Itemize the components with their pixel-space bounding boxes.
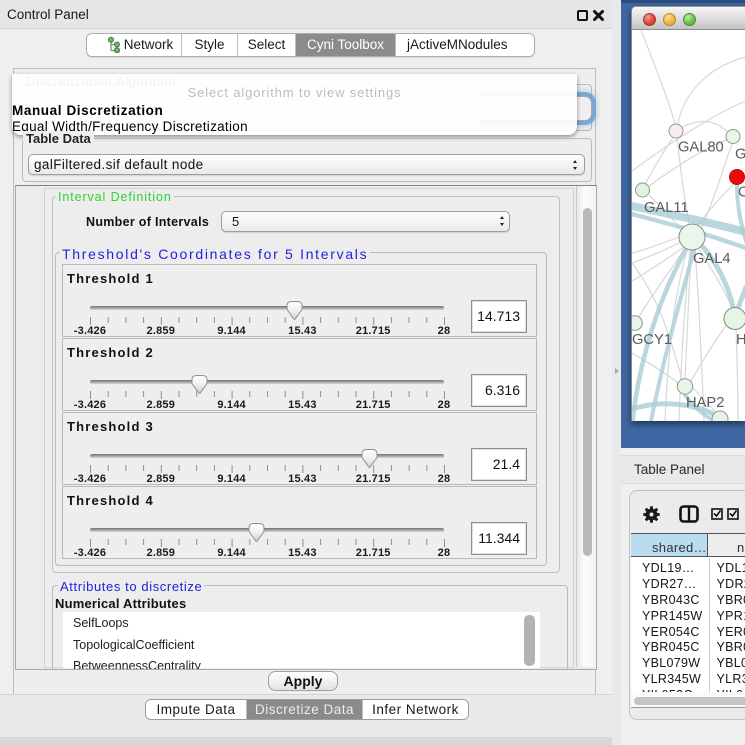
svg-text:GA: GA: [735, 147, 745, 163]
svg-text:GAL11: GAL11: [644, 200, 689, 216]
svg-text:GAL80: GAL80: [678, 140, 724, 156]
svg-text:GCY1: GCY1: [632, 332, 672, 348]
svg-text:CA: CA: [738, 185, 745, 201]
svg-text:GAL4: GAL4: [693, 251, 731, 267]
svg-text:HAP2: HAP2: [686, 395, 724, 411]
svg-text:HA: HA: [736, 332, 745, 348]
